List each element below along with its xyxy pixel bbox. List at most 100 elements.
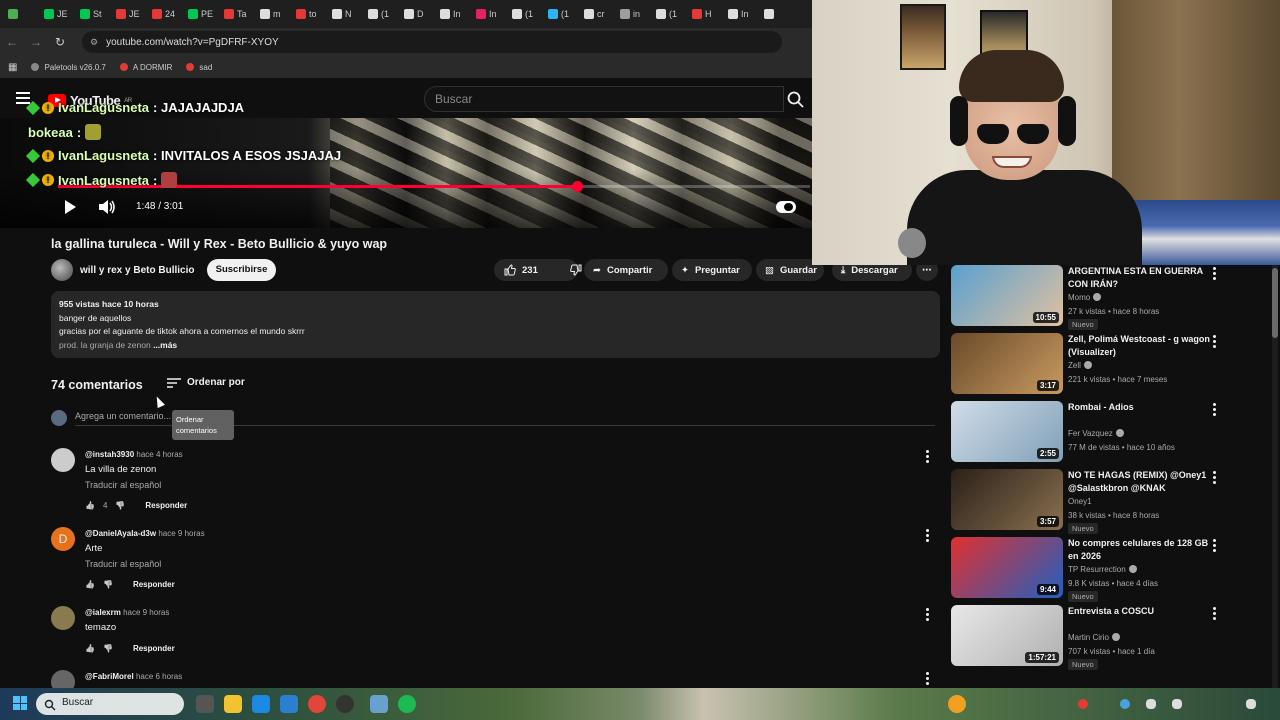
comment-author[interactable]: @DanielAyala-d3w xyxy=(85,529,156,538)
scrollbar-thumb[interactable] xyxy=(1272,268,1278,338)
tray-icon[interactable] xyxy=(1146,699,1156,709)
description-more-link[interactable]: ...más xyxy=(153,340,177,350)
recommended-more-icon[interactable] xyxy=(1211,335,1217,350)
recommended-more-icon[interactable] xyxy=(1211,471,1217,486)
task-view-icon[interactable] xyxy=(196,695,214,713)
recommended-channel[interactable]: Zell xyxy=(1068,361,1081,370)
bluetooth-icon[interactable] xyxy=(1120,699,1130,709)
site-info-icon[interactable]: ⚙ xyxy=(90,37,98,48)
comment-more-icon[interactable] xyxy=(924,608,930,623)
recommended-title[interactable]: No compres celulares de 128 GB en 2026 xyxy=(1068,537,1220,563)
video-thumbnail[interactable]: 9:44 xyxy=(951,537,1063,598)
comment-more-icon[interactable] xyxy=(924,450,930,465)
subscribe-button[interactable]: Suscribirse xyxy=(207,259,276,281)
browser-tab[interactable]: In xyxy=(472,3,506,25)
obs-icon[interactable] xyxy=(336,695,354,713)
reply-button[interactable]: Responder xyxy=(145,501,187,510)
recommended-more-icon[interactable] xyxy=(1211,403,1217,418)
recommended-more-icon[interactable] xyxy=(1211,267,1217,282)
comment-dislike-icon[interactable]: 👎 xyxy=(103,580,113,589)
add-comment-input[interactable]: Agrega un comentario... xyxy=(75,411,171,421)
video-thumbnail[interactable]: 3:17 xyxy=(951,333,1063,394)
comment-author[interactable]: @FabriMorel xyxy=(85,672,134,681)
recommended-video[interactable]: 9:44 No compres celulares de 128 GB en 20… xyxy=(950,537,1280,603)
chrome-icon[interactable] xyxy=(308,695,326,713)
browser-tab[interactable]: In xyxy=(436,3,470,25)
taskbar-search[interactable]: Buscar xyxy=(36,693,184,715)
recommended-video[interactable]: 1:57:21 Entrevista a COSCU Martin Cirio 707… xyxy=(950,605,1280,671)
recommended-channel[interactable]: Fer Vazquez xyxy=(1068,429,1113,438)
url-field[interactable]: ⚙ youtube.com/watch?v=PgDFRF-XYOY xyxy=(82,31,782,53)
forward-icon[interactable]: → xyxy=(24,35,48,49)
comment-time[interactable]: hace 4 horas xyxy=(136,450,182,459)
comment-time[interactable]: hace 9 horas xyxy=(158,529,204,538)
reply-button[interactable]: Responder xyxy=(133,644,175,653)
apps-grid-icon[interactable]: ▦ xyxy=(8,62,17,73)
comment-like-icon[interactable]: 👍 xyxy=(85,644,95,653)
recommended-video[interactable]: 2:55 Rombai - Adios Fer Vazquez 77 M de vis… xyxy=(950,401,1280,467)
recommended-video[interactable]: 3:57 NO TE HAGAS (REMIX) @Oney1 @Salastkb… xyxy=(950,469,1280,535)
edge-icon[interactable] xyxy=(252,695,270,713)
browser-tab[interactable]: H xyxy=(688,3,722,25)
tray-icon[interactable] xyxy=(1172,699,1182,709)
recommended-title[interactable]: Zell, Polimá Westcoast - g wagon (Visual… xyxy=(1068,333,1220,359)
browser-tab[interactable]: 24 xyxy=(148,3,182,25)
comment-dislike-icon[interactable]: 👎 xyxy=(103,644,113,653)
browser-tab[interactable]: (1 xyxy=(508,3,542,25)
recommended-title[interactable]: Entrevista a COSCU xyxy=(1068,605,1220,618)
recommended-title[interactable]: ARGENTINA ESTA EN GUERRA CON IRÁN? xyxy=(1068,265,1220,291)
ask-button[interactable]: ✦ Preguntar xyxy=(672,259,752,281)
search-icon[interactable] xyxy=(786,90,806,110)
video-thumbnail[interactable]: 10:55 xyxy=(951,265,1063,326)
recommended-channel[interactable]: Oney1 xyxy=(1068,497,1092,506)
browser-tab[interactable]: in xyxy=(616,3,650,25)
browser-tab[interactable]: (1 xyxy=(652,3,686,25)
file-explorer-icon[interactable] xyxy=(224,695,242,713)
browser-tab[interactable] xyxy=(760,3,794,25)
search-input[interactable]: Buscar xyxy=(424,86,784,112)
weather-icon[interactable] xyxy=(948,695,966,713)
comment-author[interactable]: @instah3930 xyxy=(85,450,134,459)
browser-tab[interactable]: (1 xyxy=(364,3,398,25)
browser-tab[interactable]: m xyxy=(256,3,290,25)
reload-icon[interactable]: ↻ xyxy=(48,35,72,49)
video-thumbnail[interactable]: 3:57 xyxy=(951,469,1063,530)
notification-icon[interactable] xyxy=(1246,699,1256,709)
comment-time[interactable]: hace 9 horas xyxy=(123,608,169,617)
comment-more-icon[interactable] xyxy=(924,672,930,687)
store-icon[interactable] xyxy=(280,695,298,713)
bookmark-item[interactable]: A DORMIR xyxy=(119,63,172,72)
browser-tab[interactable]: St xyxy=(76,3,110,25)
recommended-video[interactable]: 3:17 Zell, Polimá Westcoast - g wagon (Vi… xyxy=(950,333,1280,399)
browser-tab[interactable] xyxy=(4,3,38,25)
browser-tab[interactable]: cr xyxy=(580,3,614,25)
comment-dislike-icon[interactable]: 👎 xyxy=(115,501,125,510)
browser-tab[interactable]: JE xyxy=(40,3,74,25)
browser-tab[interactable]: D xyxy=(400,3,434,25)
browser-tab[interactable]: In xyxy=(724,3,758,25)
comment-like-icon[interactable]: 👍 xyxy=(85,580,95,589)
comment-avatar[interactable] xyxy=(51,606,75,630)
spotify-icon[interactable] xyxy=(398,695,416,713)
windows-start-icon[interactable] xyxy=(13,696,27,710)
video-thumbnail[interactable]: 1:57:21 xyxy=(951,605,1063,666)
browser-tab[interactable]: Ta xyxy=(220,3,254,25)
recommended-more-icon[interactable] xyxy=(1211,539,1217,554)
app-icon[interactable] xyxy=(370,695,388,713)
volume-icon[interactable] xyxy=(98,199,116,215)
share-button[interactable]: ➦ Compartir xyxy=(584,259,668,281)
tray-icon[interactable] xyxy=(1078,699,1088,709)
browser-tab[interactable]: N xyxy=(328,3,362,25)
comment-time[interactable]: hace 6 horas xyxy=(136,672,182,681)
like-button[interactable]: 231 xyxy=(494,259,548,281)
browser-tab[interactable]: PE xyxy=(184,3,218,25)
play-icon[interactable] xyxy=(65,200,76,214)
recommended-title[interactable]: NO TE HAGAS (REMIX) @Oney1 @Salastkbron … xyxy=(1068,469,1220,495)
reply-button[interactable]: Responder xyxy=(133,580,175,589)
comment-avatar[interactable]: D xyxy=(51,527,75,551)
translate-link[interactable]: Traducir al español xyxy=(85,480,161,490)
browser-tab[interactable]: (1 xyxy=(544,3,578,25)
progress-scrubber[interactable] xyxy=(571,181,583,192)
recommended-channel[interactable]: TP Resurrection xyxy=(1068,565,1126,574)
browser-tab[interactable]: to xyxy=(292,3,326,25)
